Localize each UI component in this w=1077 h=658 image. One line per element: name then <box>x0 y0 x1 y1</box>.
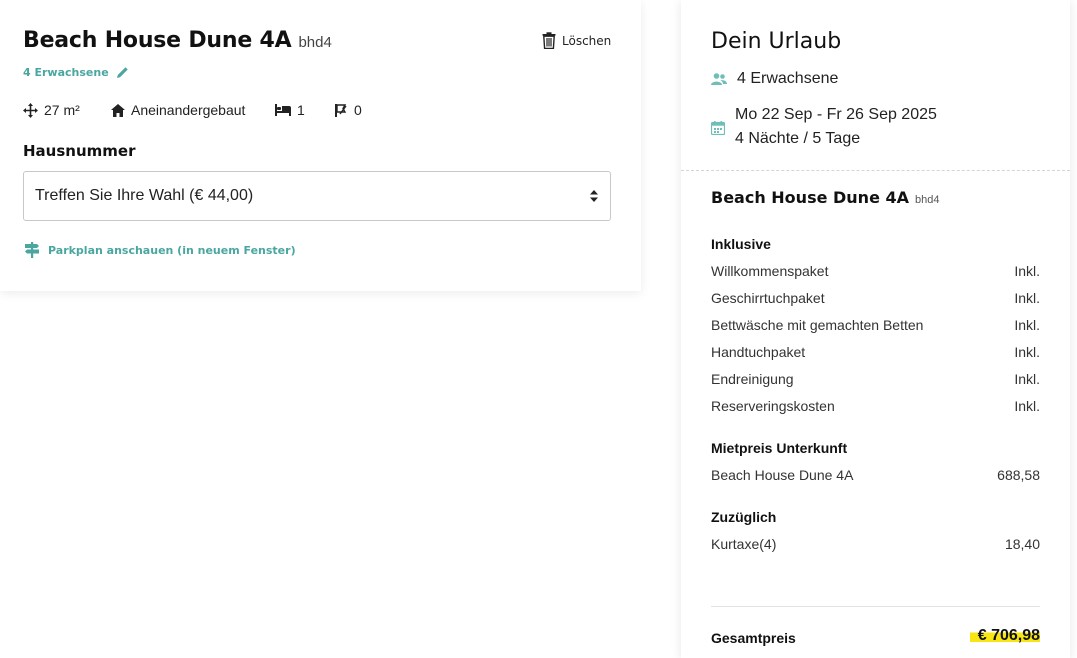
divider <box>681 170 1070 171</box>
booking-summary: Dein Urlaub 4 Erwachsene Mo 22 Sep - Fr … <box>681 0 1070 658</box>
select-arrows-icon <box>590 190 598 202</box>
price-line-label: Geschirrtuchpaket <box>711 290 825 306</box>
price-line: Geschirrtuchpaket Inkl. <box>711 290 1040 306</box>
unit-card: Beach House Dune 4A bhd4 Löschen 4 Erwac… <box>0 0 641 291</box>
signpost-icon <box>25 242 39 258</box>
trash-icon <box>542 32 556 49</box>
price-line-value: Inkl. <box>1014 290 1040 306</box>
price-line: Bettwäsche mit gemachten Betten Inkl. <box>711 317 1040 333</box>
price-line-value: 18,40 <box>1004 536 1040 552</box>
summary-unit: Beach House Dune 4A bhd4 <box>711 188 940 207</box>
summary-guests: 4 Erwachsene <box>711 70 838 88</box>
price-line-label: Willkommenspaket <box>711 263 829 279</box>
pet-icon <box>334 103 348 117</box>
area-value: 27 m² <box>44 102 80 118</box>
house-number-select[interactable]: Treffen Sie Ihre Wahl (€ 44,00) <box>23 171 611 221</box>
summary-title: Dein Urlaub <box>711 29 842 54</box>
price-line: Endreinigung Inkl. <box>711 371 1040 387</box>
feature-bedrooms: 1 <box>275 102 334 118</box>
summary-date-block: Mo 22 Sep - Fr 26 Sep 2025 4 Nächte / 5 … <box>735 103 937 151</box>
divider <box>711 606 1040 607</box>
price-line: Beach House Dune 4A 688,58 <box>711 467 1040 483</box>
move-arrows-icon <box>23 102 38 118</box>
price-line: Kurtaxe(4) 18,40 <box>711 536 1040 552</box>
price-line-value: Inkl. <box>1014 398 1040 414</box>
price-line-label: Handtuchpaket <box>711 344 806 360</box>
parking-plan-label: Parkplan anschauen (in neuem Fenster) <box>48 243 296 257</box>
price-line-value: Inkl. <box>1014 263 1040 279</box>
house-number-value: Treffen Sie Ihre Wahl (€ 44,00) <box>35 187 254 204</box>
price-line-value: 688,58 <box>997 467 1040 483</box>
price-line-value: Inkl. <box>1014 371 1040 387</box>
price-line: Handtuchpaket Inkl. <box>711 344 1040 360</box>
summary-duration: 4 Nächte / 5 Tage <box>735 130 861 147</box>
summary-dates: Mo 22 Sep - Fr 26 Sep 2025 4 Nächte / 5 … <box>711 103 937 151</box>
users-icon <box>711 72 727 86</box>
house-number-label: Hausnummer <box>23 142 136 160</box>
summary-unit-name: Beach House Dune 4A <box>711 188 910 207</box>
feature-pets: 0 <box>334 102 362 118</box>
house-icon <box>111 103 125 117</box>
edit-guests-link[interactable]: 4 Erwachsene <box>23 66 129 79</box>
parking-plan-link[interactable]: Parkplan anschauen (in neuem Fenster) <box>25 242 296 258</box>
price-line-label: Bettwäsche mit gemachten Betten <box>711 317 924 333</box>
summary-date-range: Mo 22 Sep - Fr 26 Sep 2025 <box>735 106 937 123</box>
unit-title: Beach House Dune 4A bhd4 <box>23 28 332 53</box>
price-line: Willkommenspaket Inkl. <box>711 263 1040 279</box>
bedrooms-value: 1 <box>297 102 305 118</box>
extra-heading: Zuzüglich <box>711 509 777 525</box>
total-value: € 706,98 <box>969 627 1040 645</box>
feature-type: Aneinandergebaut <box>111 102 275 118</box>
price-line: Reserveringskosten Inkl. <box>711 398 1040 414</box>
price-line-value: Inkl. <box>1014 317 1040 333</box>
delete-label: Löschen <box>562 33 612 48</box>
price-line-label: Reserveringskosten <box>711 398 835 414</box>
unit-code: bhd4 <box>298 34 332 51</box>
included-heading: Inklusive <box>711 236 771 252</box>
guests-label: 4 Erwachsene <box>23 66 109 79</box>
summary-unit-code: bhd4 <box>915 194 940 206</box>
calendar-icon <box>711 105 725 151</box>
type-value: Aneinandergebaut <box>131 102 246 118</box>
bed-icon <box>275 104 291 116</box>
summary-guests-label: 4 Erwachsene <box>737 70 839 87</box>
pencil-icon <box>116 66 129 79</box>
rent-heading: Mietpreis Unterkunft <box>711 440 848 456</box>
price-line-label: Kurtaxe(4) <box>711 536 777 552</box>
pets-value: 0 <box>354 102 362 118</box>
total-label: Gesamtpreis <box>711 630 796 646</box>
unit-name: Beach House Dune 4A <box>23 28 292 53</box>
price-line-label: Endreinigung <box>711 371 794 387</box>
price-line-value: Inkl. <box>1014 344 1040 360</box>
price-line-label: Beach House Dune 4A <box>711 467 854 483</box>
unit-features: 27 m² Aneinandergebaut 1 0 <box>23 102 362 118</box>
feature-area: 27 m² <box>23 102 111 118</box>
delete-button[interactable]: Löschen <box>542 32 611 49</box>
